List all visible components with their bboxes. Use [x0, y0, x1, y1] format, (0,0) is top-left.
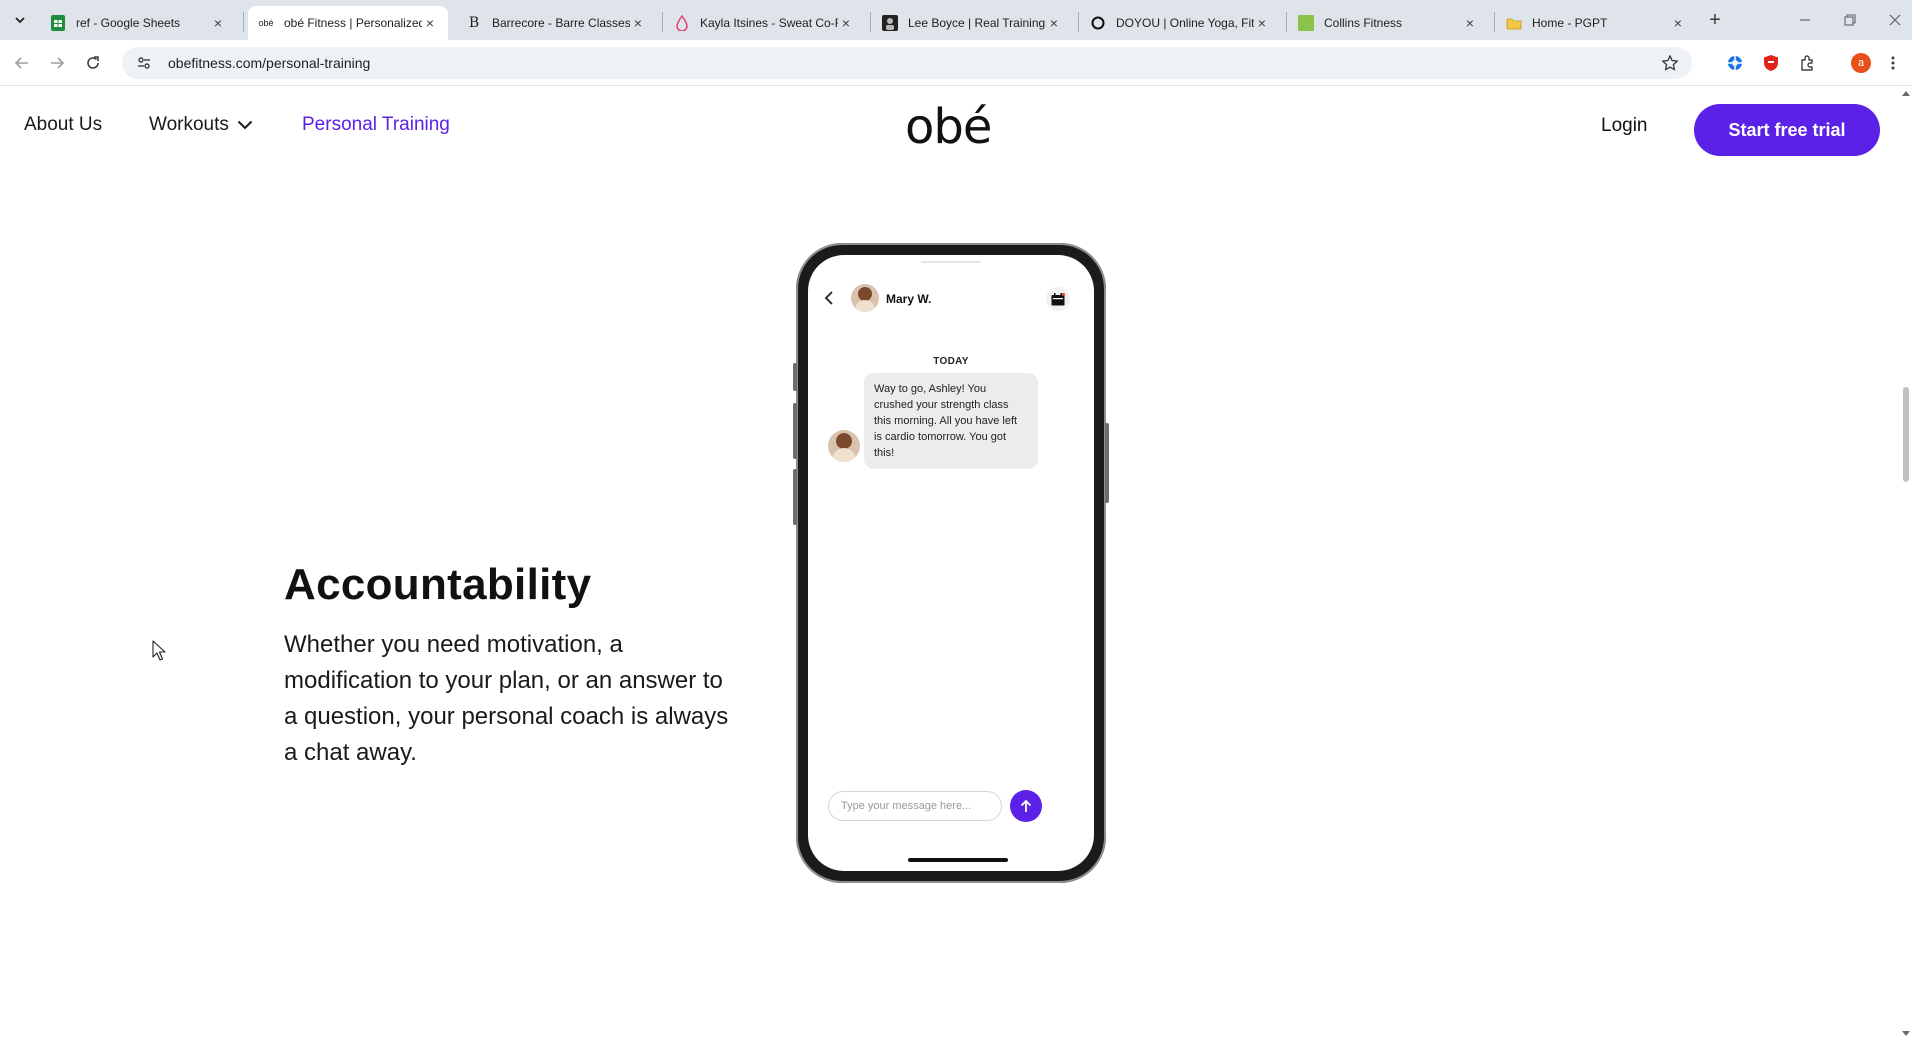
nav-about-us[interactable]: About Us [24, 114, 102, 136]
scroll-down-arrow-icon[interactable] [1902, 1031, 1910, 1036]
phone-screen: Mary W. TODAY Way to go, Ashley! You cru… [808, 255, 1094, 871]
phone-home-indicator [908, 858, 1008, 862]
page-scrollbar[interactable] [1900, 87, 1912, 1040]
phone-side-button [793, 469, 797, 525]
close-tab-icon[interactable]: × [210, 15, 226, 31]
tab-title: Collins Fitness [1324, 16, 1403, 30]
chevron-down-icon [237, 120, 253, 130]
sweat-icon [674, 15, 690, 31]
extensions-puzzle-icon[interactable] [1797, 52, 1819, 74]
tab-obe-fitness[interactable]: obé obé Fitness | Personalized × [248, 6, 448, 40]
doyou-icon [1090, 15, 1106, 31]
close-tab-icon[interactable]: × [422, 15, 438, 31]
pgpt-icon [1506, 15, 1522, 31]
coach-avatar [851, 284, 879, 312]
extension-icon[interactable] [1724, 52, 1746, 74]
page-content: About Us Workouts Personal Training obé … [0, 87, 1900, 1040]
send-arrow-icon [1010, 790, 1042, 822]
browser-menu-icon[interactable] [1886, 52, 1900, 74]
tab-title: DOYOU | Online Yoga, Fit [1116, 16, 1254, 30]
scroll-up-arrow-icon[interactable] [1902, 91, 1910, 96]
forward-button[interactable] [45, 51, 69, 75]
close-tab-icon[interactable]: × [1254, 15, 1270, 31]
start-free-trial-button[interactable]: Start free trial [1694, 104, 1880, 156]
address-bar[interactable]: obefitness.com/personal-training [122, 47, 1692, 79]
reload-icon [87, 56, 99, 69]
tab-home-pgpt[interactable]: Home - PGPT × [1496, 6, 1696, 40]
tab-google-sheets[interactable]: ref - Google Sheets × [40, 6, 236, 40]
tab-doyou[interactable]: DOYOU | Online Yoga, Fit × [1080, 6, 1280, 40]
section-heading: Accountability [284, 560, 592, 609]
back-arrow-icon [824, 291, 834, 310]
tab-search-button[interactable] [8, 8, 32, 32]
nav-workouts-label: Workouts [149, 114, 229, 135]
phone-side-button [1105, 423, 1109, 503]
tab-title: Barrecore - Barre Classes [492, 16, 630, 30]
tab-title: Kayla Itsines - Sweat Co-F [700, 16, 838, 30]
barrecore-icon: B [468, 15, 480, 31]
browser-tabstrip: ref - Google Sheets × obé obé Fitness | … [0, 0, 1912, 40]
arrow-left-icon [14, 57, 28, 69]
chevron-down-icon [15, 17, 25, 24]
tab-separator [870, 12, 871, 32]
tab-separator [1078, 12, 1079, 32]
back-button[interactable] [10, 51, 34, 75]
tab-title: Lee Boyce | Real Training. [908, 16, 1046, 30]
nav-workouts[interactable]: Workouts [149, 114, 253, 136]
tab-barrecore[interactable]: B Barrecore - Barre Classes × [456, 6, 656, 40]
new-tab-button[interactable]: + [1703, 8, 1727, 32]
chat-date-label: TODAY [933, 356, 969, 367]
close-tab-icon[interactable]: × [1046, 15, 1062, 31]
tab-lee-boyce[interactable]: Lee Boyce | Real Training. × [872, 6, 1072, 40]
nav-personal-training[interactable]: Personal Training [302, 114, 450, 136]
collins-icon [1298, 15, 1314, 31]
site-info-icon[interactable] [134, 53, 154, 73]
tab-title: Home - PGPT [1532, 16, 1608, 30]
profile-avatar[interactable]: a [1850, 52, 1872, 74]
mouse-cursor-icon [152, 640, 166, 667]
section-body: Whether you need motivation, a modificat… [284, 631, 729, 766]
coach-message-avatar [828, 430, 860, 462]
minimize-button[interactable] [1793, 8, 1817, 32]
tab-title: ref - Google Sheets [76, 16, 181, 30]
phone-notch [921, 261, 981, 263]
phone-mockup: Mary W. TODAY Way to go, Ashley! You cru… [793, 243, 1109, 883]
ad-blocker-icon[interactable] [1760, 52, 1782, 74]
reload-button[interactable] [81, 51, 105, 75]
coach-message-bubble: Way to go, Ashley! You crushed your stre… [864, 373, 1038, 469]
login-link[interactable]: Login [1601, 115, 1648, 137]
chat-message-input [828, 791, 1002, 821]
close-tab-icon[interactable]: × [838, 15, 854, 31]
close-tab-icon[interactable]: × [630, 15, 646, 31]
tab-separator [1494, 12, 1495, 32]
arrow-right-icon [51, 57, 65, 69]
obe-icon: obé [258, 18, 274, 28]
tab-kayla-itsines[interactable]: Kayla Itsines - Sweat Co-F × [664, 6, 864, 40]
obe-logo[interactable]: obé [905, 99, 992, 155]
close-icon [1889, 14, 1901, 26]
close-tab-icon[interactable]: × [1462, 15, 1478, 31]
minimize-icon [1800, 19, 1810, 21]
restore-button[interactable] [1838, 8, 1862, 32]
scrollbar-thumb[interactable] [1903, 387, 1909, 482]
tab-title: obé Fitness | Personalized [284, 16, 422, 30]
bookmark-star-icon[interactable] [1660, 53, 1680, 73]
phone-side-button [793, 363, 797, 391]
phone-side-button [793, 403, 797, 459]
profile-initial: a [1851, 53, 1871, 73]
coach-name: Mary W. [886, 292, 932, 306]
restore-icon [1844, 14, 1856, 26]
close-tab-icon[interactable]: × [1670, 15, 1686, 31]
lee-boyce-icon [882, 15, 898, 31]
tab-separator [1286, 12, 1287, 32]
tab-collins-fitness[interactable]: Collins Fitness × [1288, 6, 1488, 40]
sheets-icon [50, 15, 66, 31]
calendar-icon [1046, 287, 1070, 311]
close-window-button[interactable] [1883, 8, 1907, 32]
browser-toolbar: obefitness.com/personal-training a [0, 40, 1912, 86]
url-text: obefitness.com/personal-training [168, 55, 371, 71]
tab-separator [243, 12, 244, 32]
tab-separator [662, 12, 663, 32]
